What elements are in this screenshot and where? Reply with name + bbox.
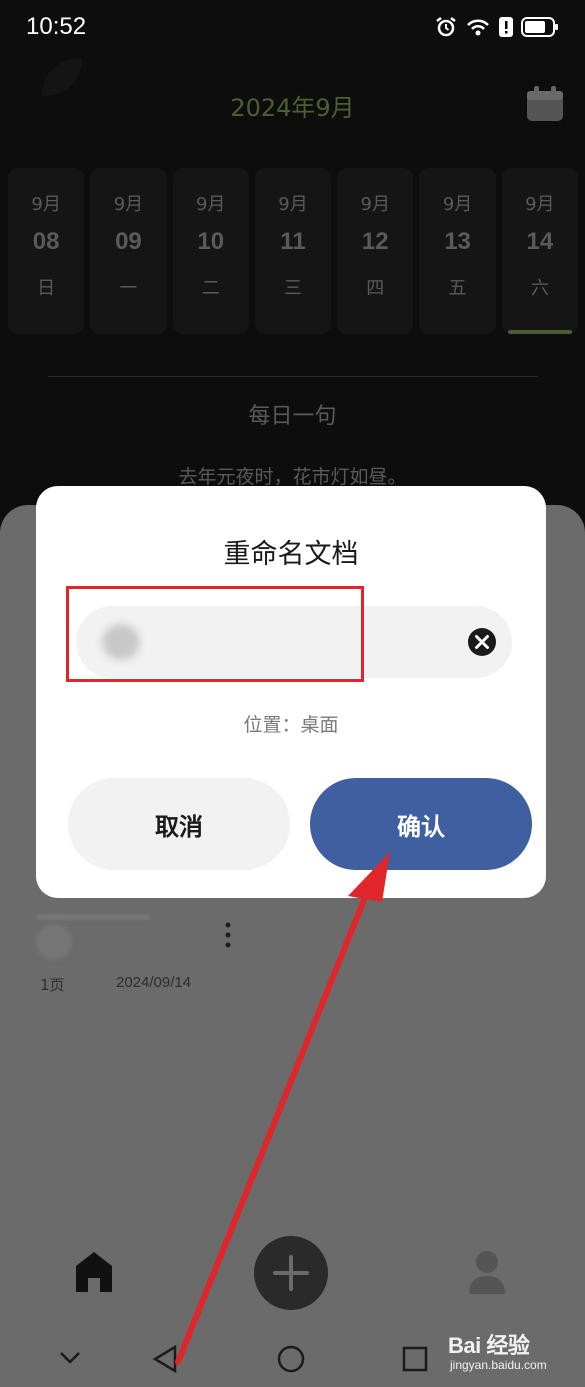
date-day: 08 [32,228,60,255]
rename-dialog: 重命名文档 位置：桌面 取消 确认 [36,486,546,898]
date-month: 9月 [195,194,226,215]
chevron-down-icon[interactable] [58,1350,82,1366]
date-month: 9月 [278,194,308,215]
more-vert-icon[interactable] [218,918,238,952]
date-weekday: 一 [119,278,138,299]
date-day: 11 [280,228,306,255]
document-thumbnail [36,924,72,960]
date-cell[interactable]: 9月 12 四 [337,168,414,334]
date-day: 09 [115,228,142,255]
week-date-strip: 9月 08 日 9月 09 一 9月 10 二 9月 11 三 9月 12 四 … [8,168,578,334]
date-weekday: 日 [37,278,56,299]
input-highlight-box [66,586,364,682]
date-day: 14 [526,228,554,255]
add-button[interactable] [254,1236,328,1310]
back-icon[interactable] [152,1344,178,1374]
dialog-title: 重命名文档 [223,539,359,570]
document-title-blurred [36,914,150,920]
document-page-count: 1页 [40,976,65,994]
date-day: 13 [444,228,471,255]
date-month: 9月 [31,194,61,215]
app-header: 2024年9月 [0,70,585,134]
bottom-nav [0,1228,585,1328]
clear-icon[interactable] [466,626,498,658]
document-date: 2024/09/14 [116,974,192,991]
home-icon[interactable] [74,1250,114,1294]
date-weekday: 六 [530,278,549,299]
date-weekday: 五 [448,278,467,299]
date-weekday: 二 [201,278,220,299]
date-cell[interactable]: 9月 11 三 [254,168,332,334]
status-icons [435,16,559,38]
date-month: 9月 [525,194,555,215]
daily-quote-title: 每日一句 [248,404,337,429]
date-cell-selected[interactable]: 9月 14 六 [501,168,578,334]
date-weekday: 三 [283,278,302,299]
date-month: 9月 [360,194,390,215]
date-day: 10 [197,228,225,255]
baidu-watermark: Bai 经验 jingyan.baidu.com [448,1328,583,1378]
save-location: 位置：桌面 [243,714,339,736]
watermark-brand: Bai 经验 [448,1333,530,1358]
date-cell[interactable]: 9月 08 日 [8,168,85,334]
home-circle-icon[interactable] [276,1344,306,1374]
alarm-icon [436,17,456,37]
status-time: 10:52 [26,13,87,40]
confirm-button[interactable]: 确认 [310,778,532,870]
cancel-button[interactable]: 取消 [68,778,290,870]
daily-quote-text: 去年元夜时，花市灯如昼。 [178,466,407,488]
date-month: 9月 [113,194,144,215]
calendar-icon[interactable] [526,86,564,122]
date-cell[interactable]: 9月 13 五 [419,168,496,334]
screen: 10:52 2024年9月 9月 08 日 9月 09 一 9月 10 二 9月… [0,0,585,1387]
recents-square-icon[interactable] [402,1346,428,1372]
date-day: 12 [361,228,389,255]
status-bar: 10:52 [0,0,585,54]
date-weekday: 四 [366,278,385,299]
date-cell[interactable]: 9月 10 二 [172,168,249,334]
sim-alert-icon [499,17,513,37]
watermark-url: jingyan.baidu.com [450,1358,547,1372]
battery-icon [521,17,558,37]
profile-icon[interactable] [468,1248,506,1296]
divider [48,376,538,377]
date-month: 9月 [442,194,473,215]
month-title[interactable]: 2024年9月 [0,88,585,123]
wifi-icon [467,19,489,36]
date-cell[interactable]: 9月 09 一 [90,168,167,334]
